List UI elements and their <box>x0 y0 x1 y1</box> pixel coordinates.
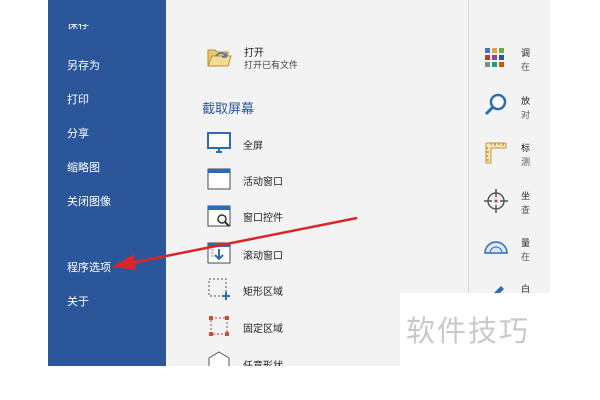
watermark-text: 软件技巧 <box>406 314 531 348</box>
